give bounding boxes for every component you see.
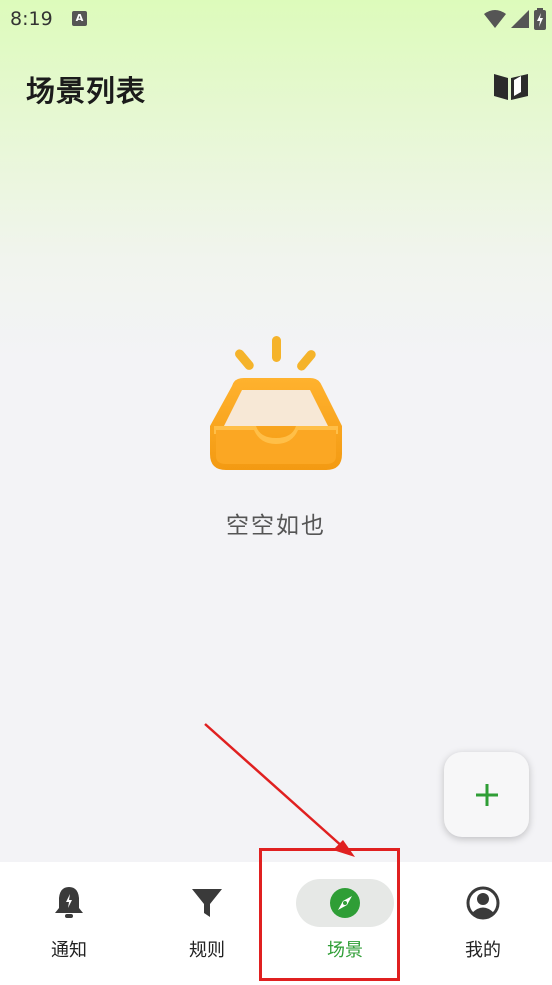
nav-label: 规则: [189, 940, 225, 961]
plus-icon: [475, 783, 498, 806]
status-indicators: [484, 8, 546, 30]
nav-icon-container: [296, 879, 394, 927]
bell-icon: [55, 887, 83, 918]
compass-icon: [330, 888, 360, 918]
book-icon: [494, 74, 528, 100]
add-scene-button[interactable]: [444, 752, 529, 837]
status-bar: 8:19 A: [0, 0, 552, 40]
nav-icon-container: [158, 879, 256, 927]
nav-label: 我的: [465, 940, 501, 961]
guide-button[interactable]: [492, 70, 530, 102]
account-icon: [466, 886, 500, 920]
annotation-arrow: [204, 723, 355, 857]
bottom-navigation: 通知 规则 场景 我的: [0, 862, 552, 985]
page-title: 场景列表: [26, 74, 147, 108]
nav-icon-container: [434, 879, 532, 927]
nav-item-notifications[interactable]: 通知: [0, 862, 138, 985]
app-header: 场景列表: [0, 60, 552, 120]
nav-item-rules[interactable]: 规则: [138, 862, 276, 985]
notification-a-icon: A: [72, 11, 87, 26]
nav-label: 通知: [51, 940, 87, 961]
nav-label: 场景: [327, 940, 363, 961]
nav-item-profile[interactable]: 我的: [414, 862, 552, 985]
empty-inbox-illustration: [206, 334, 346, 480]
nav-item-scenes[interactable]: 场景: [276, 862, 414, 985]
nav-icon-container: [20, 879, 118, 927]
filter-icon: [192, 889, 222, 917]
signal-icon: [511, 10, 529, 28]
wifi-icon: [484, 10, 506, 28]
empty-state-text: 空空如也: [226, 513, 326, 539]
battery-icon: [534, 8, 546, 30]
status-time: 8:19: [10, 8, 53, 30]
